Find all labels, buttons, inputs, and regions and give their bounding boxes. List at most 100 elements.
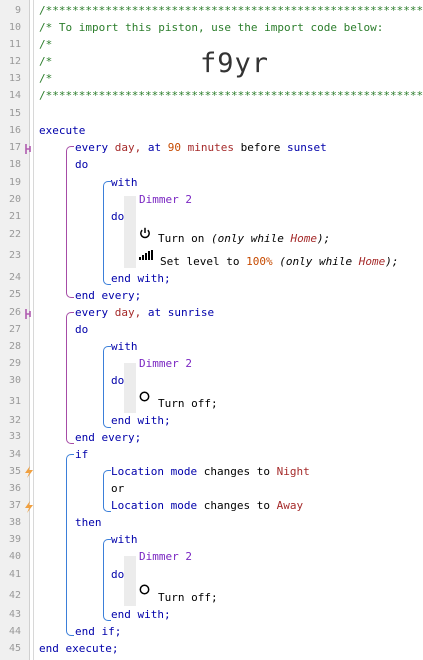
line-number: 10 [8,22,21,33]
comment-slash: /* [39,72,53,85]
or-operator[interactable]: or [111,480,124,497]
restriction-close: ); [316,232,331,245]
line-number: 20 [8,194,21,205]
line-number: 36 [8,483,21,494]
power-off-icon [139,584,150,595]
at-keyword: at [147,141,162,154]
do-keyword[interactable]: do [75,321,88,338]
condition-1[interactable]: Location mode changes to Night [111,463,310,480]
every-block-bracket [66,146,74,298]
condition-subject: Location mode [111,499,198,512]
line-number: 39 [8,534,21,545]
condition-2[interactable]: Location mode changes to Away [111,497,303,514]
turn-off-command[interactable]: Turn off; [158,589,218,606]
line-number: 25 [8,289,21,300]
indent-guide [124,556,136,606]
device-name[interactable]: Dimmer 2 [139,548,192,565]
execute-keyword[interactable]: execute [39,122,85,139]
indent-guide [124,196,136,268]
line-number: 31 [8,396,21,407]
lightning-trigger-icon[interactable] [24,501,34,513]
command-text: Set level to [160,255,240,268]
condition-operator: changes to [203,499,270,512]
day-value: day, [114,141,142,154]
power-icon [140,227,150,239]
end-with-keyword[interactable]: end with; [111,270,171,287]
line-number: 11 [8,39,21,50]
comment-slash: /* [39,38,53,51]
with-block-bracket [103,539,111,621]
restriction-open: (only while [279,255,353,268]
sunset-value: sunset [286,141,327,154]
do-keyword[interactable]: do [75,156,88,173]
condition-group-bracket [103,470,111,512]
then-keyword[interactable]: then [75,514,102,531]
before-keyword: before [240,141,281,154]
restriction-close: ); [385,255,399,268]
line-number: 21 [8,211,21,222]
condition-subject: Location mode [111,465,198,478]
with-block-bracket [103,346,111,428]
condition-value: Away [276,499,304,512]
gutter-separator [33,0,34,660]
import-code: f9yr [200,48,270,79]
line-number: 16 [8,125,21,136]
with-keyword[interactable]: with [111,174,138,191]
turn-off-command[interactable]: Turn off; [158,395,218,412]
command-text: Turn on [158,232,205,245]
every-keyword: every [75,306,109,319]
device-name[interactable]: Dimmer 2 [139,355,192,372]
mode-value: Home [290,232,317,245]
line-number: 41 [8,569,21,580]
timer-trigger-icon[interactable] [24,308,34,320]
with-keyword[interactable]: with [111,531,138,548]
import-comment: /* To import this piston, use the import… [39,21,384,34]
sunrise-value: sunrise [167,306,215,319]
line-number: 38 [8,517,21,528]
indent-guide [124,363,136,413]
line-number: 9 [14,5,21,16]
line-number: 19 [8,177,21,188]
turn-on-command[interactable]: Turn on (only while Home); [158,230,330,247]
end-execute-keyword[interactable]: end execute; [39,640,118,657]
do-keyword[interactable]: do [111,372,124,389]
every-statement-1[interactable]: every day, at 90 minutes before sunset [75,139,327,156]
line-number: 42 [8,590,21,601]
with-keyword[interactable]: with [111,338,138,355]
condition-operator: changes to [203,465,270,478]
do-keyword[interactable]: do [111,566,124,583]
line-number: 40 [8,551,21,562]
minutes-unit: minutes [187,141,234,154]
end-every-keyword[interactable]: end every; [75,287,141,304]
line-number: 29 [8,358,21,369]
lightning-trigger-icon[interactable] [24,466,34,478]
line-number: 14 [8,90,21,101]
line-number: 30 [8,375,21,386]
if-block-bracket [66,454,74,636]
line-number: 12 [8,56,21,67]
mode-value: Home [358,255,386,268]
end-every-keyword[interactable]: end every; [75,429,141,446]
power-off-icon [139,391,150,402]
line-number: 37 [8,500,21,511]
if-keyword[interactable]: if [75,446,88,463]
comment-stars-line: /***************************************… [39,89,423,102]
end-with-keyword[interactable]: end with; [111,606,171,623]
line-number: 23 [8,250,21,261]
every-statement-2[interactable]: every day, at sunrise [75,304,214,321]
line-number: 32 [8,415,21,426]
line-number: 27 [8,324,21,335]
device-name[interactable]: Dimmer 2 [139,191,192,208]
end-with-keyword[interactable]: end with; [111,412,171,429]
end-if-keyword[interactable]: end if; [75,623,121,640]
level-value: 100% [246,255,273,268]
set-level-command[interactable]: Set level to 100% (only while Home); [160,253,398,270]
condition-value: Night [276,465,310,478]
line-number: 43 [8,609,21,620]
line-number: 33 [8,431,21,442]
restriction-open: (only while [210,232,284,245]
timer-trigger-icon[interactable] [24,143,34,155]
every-keyword: every [75,141,109,154]
do-keyword[interactable]: do [111,208,124,225]
line-number: 28 [8,341,21,352]
